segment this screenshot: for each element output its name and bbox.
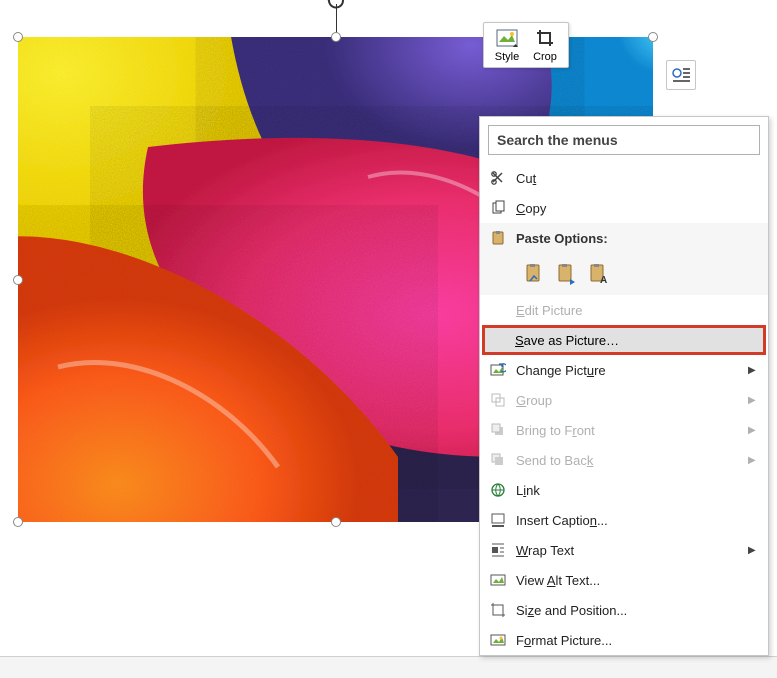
wrap-text-icon bbox=[480, 535, 516, 565]
svg-text:A: A bbox=[600, 275, 607, 285]
bring-to-front-icon bbox=[480, 415, 516, 445]
menu-label: Bring to Front bbox=[516, 423, 748, 438]
menu-label: Paste Options: bbox=[516, 231, 748, 246]
link-icon bbox=[480, 475, 516, 505]
menu-item-insert-caption[interactable]: Insert Caption... bbox=[480, 505, 768, 535]
paste-option-picture[interactable] bbox=[552, 259, 580, 289]
picture-style-icon bbox=[496, 27, 518, 49]
paste-option-keep-source[interactable] bbox=[520, 259, 548, 289]
copy-icon bbox=[480, 193, 516, 223]
rotate-handle-icon[interactable] bbox=[326, 0, 346, 14]
menu-label: Save as Picture… bbox=[515, 333, 619, 348]
menu-item-wrap-text[interactable]: Wrap Text ▶ bbox=[480, 535, 768, 565]
menu-item-view-alt-text[interactable]: View Alt Text... bbox=[480, 565, 768, 595]
alt-text-icon bbox=[480, 565, 516, 595]
change-picture-icon bbox=[480, 355, 516, 385]
menu-item-group: Group ▶ bbox=[480, 385, 768, 415]
style-dropdown[interactable]: Style bbox=[492, 27, 522, 63]
menu-header-paste-options: Paste Options: bbox=[480, 223, 768, 253]
menu-label: Format Picture... bbox=[516, 633, 748, 648]
menu-item-format-picture[interactable]: Format Picture... bbox=[480, 625, 768, 655]
style-label: Style bbox=[495, 51, 519, 63]
submenu-arrow-icon: ▶ bbox=[748, 545, 768, 556]
crop-icon bbox=[535, 27, 555, 49]
menu-item-copy[interactable]: Copy bbox=[480, 193, 768, 223]
resize-handle-top-right[interactable] bbox=[648, 32, 658, 42]
resize-handle-bottom-middle[interactable] bbox=[331, 517, 341, 527]
send-to-back-icon bbox=[480, 445, 516, 475]
insert-caption-icon bbox=[480, 505, 516, 535]
menu-label: Cut bbox=[516, 171, 748, 186]
menu-label: Group bbox=[516, 393, 748, 408]
submenu-arrow-icon: ▶ bbox=[748, 395, 768, 406]
menu-search-input[interactable] bbox=[488, 125, 760, 155]
paste-icon bbox=[480, 223, 516, 253]
resize-handle-top-left[interactable] bbox=[13, 32, 23, 42]
submenu-arrow-icon: ▶ bbox=[748, 425, 768, 436]
crop-button[interactable]: Crop bbox=[530, 27, 560, 63]
menu-item-save-as-picture[interactable]: Save as Picture… bbox=[482, 325, 766, 355]
menu-label: Copy bbox=[516, 201, 748, 216]
wrap-text-icon bbox=[671, 65, 691, 86]
format-picture-icon bbox=[480, 625, 516, 655]
menu-label: Send to Back bbox=[516, 453, 748, 468]
submenu-arrow-icon: ▶ bbox=[748, 455, 768, 466]
cut-icon bbox=[480, 163, 516, 193]
menu-label: Size and Position... bbox=[516, 603, 748, 618]
crop-label: Crop bbox=[533, 51, 557, 63]
paste-option-keep-text[interactable]: A bbox=[584, 259, 612, 289]
menu-item-send-to-back: Send to Back ▶ bbox=[480, 445, 768, 475]
picture-context-menu: Cut Copy Paste Options: bbox=[479, 116, 769, 656]
menu-label: View Alt Text... bbox=[516, 573, 748, 588]
menu-label: Wrap Text bbox=[516, 543, 748, 558]
resize-handle-top-middle[interactable] bbox=[331, 32, 341, 42]
menu-label: Insert Caption... bbox=[516, 513, 748, 528]
menu-item-cut[interactable]: Cut bbox=[480, 163, 768, 193]
menu-item-edit-picture: Edit Picture bbox=[480, 295, 768, 325]
picture-mini-toolbar: Style Crop bbox=[483, 22, 569, 68]
menu-item-link[interactable]: Link bbox=[480, 475, 768, 505]
menu-label: Link bbox=[516, 483, 748, 498]
menu-label: Change Picture bbox=[516, 363, 748, 378]
layout-options-button[interactable] bbox=[666, 60, 696, 90]
footer-area bbox=[0, 656, 777, 678]
submenu-arrow-icon: ▶ bbox=[748, 365, 768, 376]
menu-label: Edit Picture bbox=[516, 303, 748, 318]
paste-options-row: A bbox=[480, 253, 768, 295]
resize-handle-bottom-left[interactable] bbox=[13, 517, 23, 527]
menu-item-change-picture[interactable]: Change Picture ▶ bbox=[480, 355, 768, 385]
menu-item-bring-to-front: Bring to Front ▶ bbox=[480, 415, 768, 445]
group-icon bbox=[480, 385, 516, 415]
menu-item-size-and-position[interactable]: Size and Position... bbox=[480, 595, 768, 625]
size-position-icon bbox=[480, 595, 516, 625]
resize-handle-middle-left[interactable] bbox=[13, 275, 23, 285]
